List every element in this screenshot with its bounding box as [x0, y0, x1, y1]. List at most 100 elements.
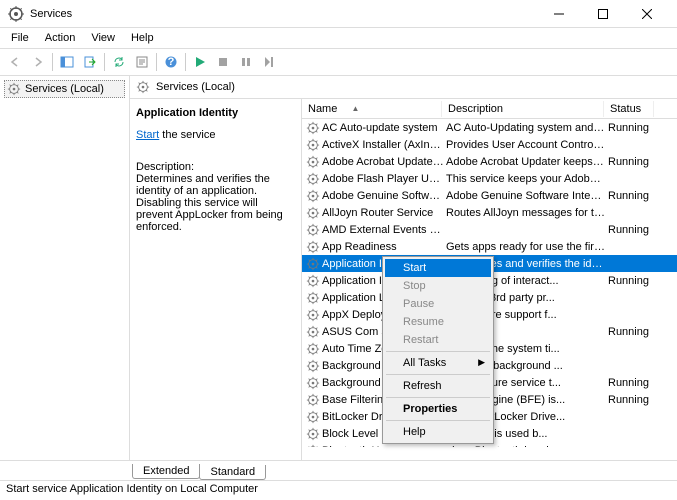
gear-icon: [306, 325, 320, 339]
context-help[interactable]: Help: [385, 423, 491, 441]
gear-icon: [306, 206, 320, 220]
service-status: Running: [606, 326, 656, 338]
gear-icon: [306, 240, 320, 254]
refresh-button[interactable]: [108, 51, 130, 73]
close-button[interactable]: [625, 0, 669, 28]
service-description: Provides User Account Control v...: [444, 139, 606, 151]
service-row[interactable]: AC Auto-update systemAC Auto-Updating sy…: [302, 119, 677, 136]
selected-service-name: Application Identity: [136, 107, 295, 119]
tree-root-item[interactable]: Services (Local): [4, 80, 125, 98]
gear-icon: [306, 444, 320, 448]
toolbar: ?: [0, 48, 677, 76]
tree-root-label: Services (Local): [25, 83, 104, 95]
help-button[interactable]: ?: [160, 51, 182, 73]
context-refresh[interactable]: Refresh: [385, 377, 491, 395]
context-pause[interactable]: Pause: [385, 295, 491, 313]
pause-service-button[interactable]: [235, 51, 257, 73]
gear-icon: [306, 427, 320, 441]
status-bar: Start service Application Identity on Lo…: [0, 480, 677, 500]
gear-icon: [306, 291, 320, 305]
service-name: Adobe Acrobat Update Serv...: [322, 156, 444, 168]
service-row[interactable]: ActiveX Installer (AxInstSV)Provides Use…: [302, 136, 677, 153]
menu-action[interactable]: Action: [38, 30, 83, 46]
sort-asc-icon: ▲: [351, 104, 359, 113]
service-description: This service keeps your Adobe Fl...: [444, 173, 606, 185]
start-service-link[interactable]: Start: [136, 129, 159, 141]
service-name: AC Auto-update system: [322, 122, 444, 134]
gear-icon: [306, 410, 320, 424]
services-icon: [8, 6, 24, 22]
gear-icon: [306, 189, 320, 203]
service-name: AllJoyn Router Service: [322, 207, 444, 219]
service-description: AC Auto-Updating system and st...: [444, 122, 606, 134]
service-name: App Readiness: [322, 241, 444, 253]
service-row[interactable]: Adobe Flash Player Update ...This servic…: [302, 170, 677, 187]
service-status: Running: [606, 394, 656, 406]
service-name: Bluetooth Har: [322, 445, 444, 448]
column-description[interactable]: Description: [442, 101, 604, 117]
svg-text:?: ?: [168, 56, 175, 68]
description-text: Determines and verifies the identity of …: [136, 173, 295, 233]
service-name: Adobe Genuine Software In...: [322, 190, 444, 202]
service-status: Running: [606, 156, 656, 168]
forward-button[interactable]: [27, 51, 49, 73]
gear-icon: [306, 376, 320, 390]
column-status[interactable]: Status: [604, 101, 654, 117]
column-name[interactable]: Name ▲: [302, 101, 442, 117]
gear-icon: [306, 172, 320, 186]
service-description: Adobe Acrobat Updater keeps yo...: [444, 156, 606, 168]
context-menu: Start Stop Pause Resume Restart All Task…: [382, 256, 494, 444]
context-all-tasks[interactable]: All Tasks▶: [385, 354, 491, 372]
gear-icon: [306, 121, 320, 135]
gear-icon: [306, 308, 320, 322]
context-restart[interactable]: Restart: [385, 331, 491, 349]
gear-icon: [306, 274, 320, 288]
minimize-button[interactable]: [537, 0, 581, 28]
stop-service-button[interactable]: [212, 51, 234, 73]
service-name: Adobe Flash Player Update ...: [322, 173, 444, 185]
gear-icon: [136, 80, 150, 94]
service-status: Running: [606, 122, 656, 134]
maximize-button[interactable]: [581, 0, 625, 28]
service-row[interactable]: AllJoyn Router ServiceRoutes AllJoyn mes…: [302, 204, 677, 221]
service-row[interactable]: Adobe Acrobat Update Serv...Adobe Acroba…: [302, 153, 677, 170]
gear-icon: [306, 138, 320, 152]
start-service-button[interactable]: [189, 51, 211, 73]
gear-icon: [306, 342, 320, 356]
properties-button[interactable]: [131, 51, 153, 73]
service-row[interactable]: App ReadinessGets apps ready for use the…: [302, 238, 677, 255]
menu-help[interactable]: Help: [124, 30, 161, 46]
export-list-button[interactable]: [79, 51, 101, 73]
gear-icon: [306, 393, 320, 407]
gear-icon: [306, 155, 320, 169]
menu-view[interactable]: View: [84, 30, 122, 46]
right-panel-header: Services (Local): [130, 76, 677, 99]
service-description: Gets apps ready for use the first ti...: [444, 241, 606, 253]
service-name: AMD External Events Utility: [322, 224, 444, 236]
restart-service-button[interactable]: [258, 51, 280, 73]
back-button[interactable]: [4, 51, 26, 73]
window-title: Services: [30, 8, 537, 20]
service-status: Running: [606, 377, 656, 389]
detail-pane: Application Identity Start the service D…: [130, 99, 302, 460]
context-stop[interactable]: Stop: [385, 277, 491, 295]
start-tail: the service: [159, 129, 215, 141]
service-status: Running: [606, 190, 656, 202]
service-description: Adobe Genuine Software Integrit...: [444, 190, 606, 202]
service-row[interactable]: Adobe Genuine Software In...Adobe Genuin…: [302, 187, 677, 204]
right-panel-title: Services (Local): [156, 81, 235, 93]
tab-standard[interactable]: Standard: [199, 465, 266, 480]
context-start[interactable]: Start: [385, 259, 491, 277]
gear-icon: [306, 257, 320, 271]
service-status: Running: [606, 275, 656, 287]
service-status: Running: [606, 224, 656, 236]
context-resume[interactable]: Resume: [385, 313, 491, 331]
tab-extended[interactable]: Extended: [132, 464, 200, 479]
show-hide-tree-button[interactable]: [56, 51, 78, 73]
service-row[interactable]: AMD External Events Utility Running: [302, 221, 677, 238]
description-header: Description:: [136, 161, 295, 173]
context-properties[interactable]: Properties: [385, 400, 491, 418]
menu-file[interactable]: File: [4, 30, 36, 46]
menu-bar: File Action View Help: [0, 28, 677, 48]
list-header: Name ▲ Description Status: [302, 99, 677, 119]
